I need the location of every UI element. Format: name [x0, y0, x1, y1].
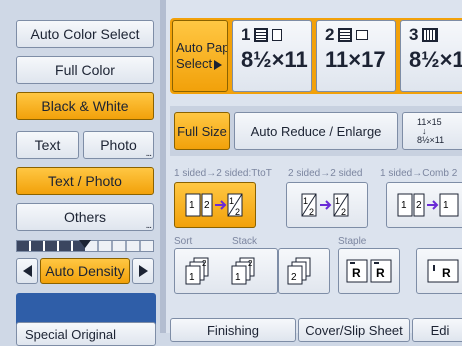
svg-text:1: 1: [229, 196, 234, 206]
auto-density-button[interactable]: Auto Density: [40, 258, 130, 284]
density-indicator-icon: [79, 240, 91, 248]
tray-icon: [422, 28, 439, 42]
others-button[interactable]: Others ...: [16, 203, 154, 231]
paper-icon: [356, 30, 369, 40]
full-color-button[interactable]: Full Color: [16, 56, 154, 84]
svg-text:2: 2: [235, 207, 240, 217]
left-panel: Auto Color Select Full Color Black & Whi…: [0, 0, 160, 346]
svg-text:2: 2: [309, 207, 314, 217]
text-photo-button[interactable]: Text / Photo: [16, 167, 154, 195]
tray-number: 3: [409, 25, 419, 44]
stack-caption: Stack: [232, 236, 258, 247]
tray-size: 8½×1: [409, 47, 462, 72]
sort-button[interactable]: 1 2 1 2: [174, 248, 278, 294]
svg-text:2: 2: [248, 259, 253, 268]
preset-bottom: 8½×11: [417, 134, 445, 145]
svg-text:1: 1: [235, 272, 241, 283]
density-scale: [16, 240, 154, 252]
paper-icon: [272, 29, 283, 41]
arrow-left-icon: [22, 265, 32, 277]
duplex-1-to-2-icon: 1 2 1 2: [185, 193, 243, 217]
special-original-label: Special Original: [25, 326, 117, 342]
tray-size: 8½×11: [241, 47, 308, 72]
svg-text:1: 1: [189, 200, 195, 211]
svg-text:2: 2: [416, 200, 422, 211]
svg-text:1: 1: [303, 196, 308, 206]
main-area: Auto Paper Select 1 8½×11 2 11×17 3 8½×1…: [166, 0, 462, 342]
svg-text:2: 2: [202, 259, 207, 268]
black-white-button[interactable]: Black & White: [16, 92, 154, 120]
duplex-caption-2: 2 sided→2 sided: [288, 168, 363, 179]
cover-slip-sheet-button[interactable]: Cover/Slip Sheet: [298, 318, 410, 342]
auto-paper-select-button[interactable]: Auto Paper Select: [172, 20, 228, 92]
svg-text:1: 1: [335, 196, 340, 206]
staple-side-icon: R: [427, 259, 459, 283]
text-mode-button[interactable]: Text: [16, 131, 79, 159]
svg-text:R: R: [376, 266, 385, 280]
svg-text:2: 2: [204, 200, 210, 211]
density-lighter-button[interactable]: [16, 258, 38, 284]
auto-color-select-button[interactable]: Auto Color Select: [16, 20, 154, 48]
preset-top: 11×15: [417, 116, 442, 127]
tray-size: 11×17: [325, 47, 386, 72]
svg-text:2: 2: [341, 207, 346, 217]
sort-caption: Sort: [174, 236, 193, 247]
stack-button[interactable]: 2: [278, 248, 330, 294]
duplex-combine-button[interactable]: 1 2 1: [386, 182, 462, 228]
staple-icon: R R: [346, 259, 392, 283]
stack-icon: 2: [287, 257, 311, 285]
duplex-caption-1: 1 sided→2 sided:TtoT: [174, 168, 272, 179]
photo-mode-label: Photo: [100, 137, 137, 153]
others-label: Others: [63, 209, 106, 225]
tray-number: 1: [241, 25, 251, 44]
auto-paper-label-2: Select: [176, 56, 223, 72]
svg-text:R: R: [352, 266, 361, 280]
duplex-combine-icon: 1 2 1: [397, 193, 459, 217]
triangle-right-icon: [214, 59, 223, 70]
duplex-2-to-2-button[interactable]: 1 2 1 2: [286, 182, 368, 228]
svg-text:R: R: [442, 266, 451, 280]
more-icon: ...: [145, 148, 152, 159]
special-original-button[interactable]: Special Original: [16, 322, 156, 346]
svg-text:1: 1: [443, 200, 449, 211]
full-size-button[interactable]: Full Size: [174, 112, 230, 150]
staple-two-button[interactable]: R R: [338, 248, 400, 294]
more-icon: ...: [145, 220, 152, 231]
auto-paper-label: Auto Paper: [176, 40, 227, 55]
density-darker-button[interactable]: [132, 258, 154, 284]
duplex-caption-3: 1 sided→Comb 2: [380, 168, 458, 179]
arrow-right-icon: [138, 265, 148, 277]
svg-text:2: 2: [291, 272, 297, 283]
photo-mode-button[interactable]: Photo ...: [83, 131, 154, 159]
staple-caption: Staple: [338, 236, 367, 247]
preset-ratio-button[interactable]: 11×15 ↓ 8½×11: [402, 112, 462, 150]
tray-1-button[interactable]: 1 8½×11: [232, 20, 312, 92]
tray-icon: [254, 28, 269, 42]
svg-text:1: 1: [401, 200, 407, 211]
edit-button[interactable]: Edi: [412, 318, 462, 342]
tray-2-button[interactable]: 2 11×17: [316, 20, 396, 92]
tray-number: 2: [325, 25, 335, 44]
duplex-1-to-2-button[interactable]: 1 2 1 2: [174, 182, 256, 228]
auto-reduce-enlarge-button[interactable]: Auto Reduce / Enlarge: [234, 112, 398, 150]
tray-icon: [338, 28, 353, 42]
staple-side-button[interactable]: R: [416, 248, 462, 294]
finishing-button[interactable]: Finishing: [170, 318, 296, 342]
sort-icon: 1 2 1 2: [185, 257, 255, 285]
tray-3-button[interactable]: 3 8½×1: [400, 20, 462, 92]
svg-text:1: 1: [189, 272, 195, 283]
duplex-2-to-2-icon: 1 2 1 2: [301, 193, 349, 217]
